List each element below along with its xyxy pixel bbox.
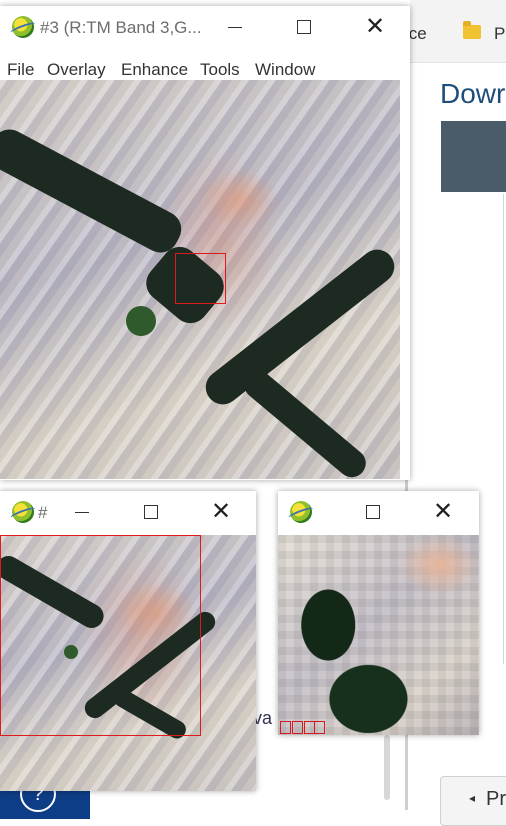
close-button[interactable]: ✕: [208, 499, 234, 525]
zoom-control-box[interactable]: [280, 721, 291, 734]
zoom-control-box[interactable]: [292, 721, 303, 734]
zoomed-pixels: [278, 535, 479, 735]
background-page-heading: Dowr: [440, 78, 506, 109]
menu-tools[interactable]: Tools: [200, 60, 240, 80]
background-scrollbar[interactable]: [384, 735, 390, 800]
zoom-window: ✕: [278, 491, 479, 735]
folder-icon: [463, 21, 481, 39]
envi-globe-icon: [12, 501, 34, 523]
image-window: #3 (R:TM Band 3,G... ✕ File Overlay Enha…: [0, 6, 410, 480]
scroll-window: # ✕: [0, 491, 256, 791]
menu-bar: File Overlay Enhance Tools Window: [0, 48, 410, 79]
background-tab-bar: ice Pe: [405, 0, 506, 63]
scroll-window-titlebar[interactable]: # ✕: [0, 491, 256, 533]
close-button[interactable]: ✕: [430, 499, 456, 525]
zoom-display-view[interactable]: [278, 535, 479, 735]
menu-file[interactable]: File: [7, 60, 34, 80]
zoom-selection-box[interactable]: [175, 253, 226, 304]
chevron-left-icon: ◂: [469, 791, 476, 805]
zoom-control-box[interactable]: [314, 721, 325, 734]
minimize-button[interactable]: [222, 14, 248, 40]
image-display-view[interactable]: [0, 80, 400, 479]
irrigation-circle: [126, 306, 156, 336]
scroll-display-view[interactable]: [0, 535, 256, 791]
image-extent-box[interactable]: [0, 535, 201, 736]
background-banner: [441, 121, 506, 192]
menu-enhance[interactable]: Enhance: [121, 60, 188, 80]
menu-overlay[interactable]: Overlay: [47, 60, 106, 80]
background-tab-fragment-2[interactable]: Pe: [494, 24, 506, 44]
maximize-button[interactable]: [360, 499, 386, 525]
menu-window[interactable]: Window: [255, 60, 315, 80]
scroll-window-title: #: [38, 503, 48, 522]
envi-globe-icon: [12, 16, 34, 38]
maximize-button[interactable]: [138, 499, 164, 525]
envi-globe-icon: [290, 501, 312, 523]
image-window-titlebar[interactable]: #3 (R:TM Band 3,G... ✕: [0, 6, 410, 48]
minimize-button[interactable]: [69, 499, 95, 525]
maximize-button[interactable]: [291, 14, 317, 40]
image-window-title: #3 (R:TM Band 3,G...: [40, 18, 202, 37]
previous-button-label: Pr: [486, 788, 506, 810]
close-button[interactable]: ✕: [362, 14, 388, 40]
zoom-window-titlebar[interactable]: ✕: [278, 491, 479, 533]
